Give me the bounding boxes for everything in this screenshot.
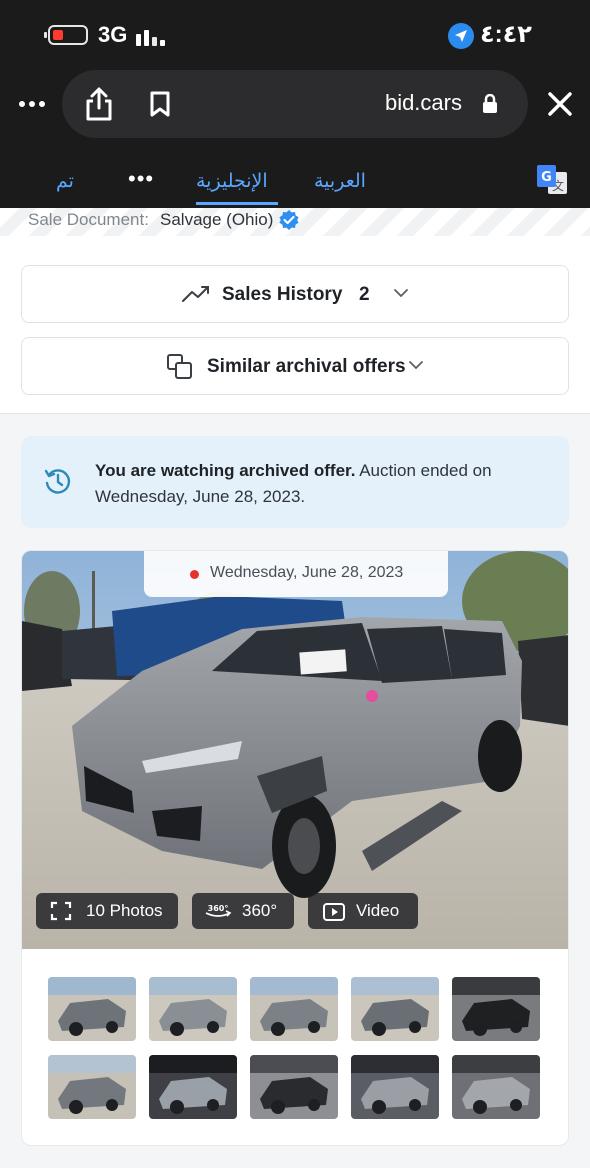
thumbnail-1[interactable] — [48, 977, 136, 1041]
thumbnail-3[interactable] — [250, 977, 338, 1041]
archive-notice-text: You are watching archived offer. Auction… — [95, 458, 515, 510]
translate-arabic-tab[interactable]: العربية — [314, 170, 366, 193]
more-dots-icon[interactable] — [16, 88, 46, 118]
similar-offers-button[interactable]: Similar archival offers — [21, 337, 569, 395]
selected-tab-indicator — [196, 202, 278, 205]
chevron-down-icon — [394, 289, 408, 298]
thumbnail-2[interactable] — [149, 977, 237, 1041]
browser-toolbar: bid.cars — [0, 68, 590, 140]
video-label: Video — [356, 901, 400, 920]
thumbnail-9[interactable] — [351, 1055, 439, 1119]
close-icon[interactable] — [544, 88, 576, 120]
google-translate-icon[interactable]: 文 G — [536, 164, 568, 196]
video-play-icon — [323, 903, 345, 921]
bookmark-icon[interactable] — [148, 90, 172, 118]
rotate-360-icon: 360° — [205, 904, 232, 917]
address-bar[interactable]: bid.cars — [62, 70, 528, 138]
signal-bars-icon — [136, 24, 168, 46]
translate-bar: تم ••• الإنجليزية العربية 文 G — [0, 140, 590, 208]
network-type: 3G — [98, 22, 128, 47]
video-button[interactable]: Video — [308, 893, 418, 929]
auction-date: Wednesday, June 28, 2023 — [210, 564, 404, 581]
chevron-down-icon — [409, 361, 423, 370]
photos-count-label: 10 Photos — [86, 901, 163, 920]
svg-text:G: G — [541, 170, 552, 185]
main-vehicle-photo[interactable]: Wednesday, June 28, 2023 10 Photos 360° … — [22, 551, 568, 949]
battery-low-icon — [44, 25, 88, 45]
thumbnail-7[interactable] — [149, 1055, 237, 1119]
lot-details-panel: Sales History 2 Similar archival offers — [0, 236, 590, 414]
sale-document-row: Sale Document: Salvage (Ohio) — [0, 208, 590, 236]
copy-icon — [167, 354, 192, 379]
thumbnail-4[interactable] — [351, 977, 439, 1041]
thumbnail-6[interactable] — [48, 1055, 136, 1119]
translate-english-tab[interactable]: الإنجليزية — [196, 170, 268, 193]
auction-date-chip: Wednesday, June 28, 2023 — [144, 551, 448, 597]
sales-history-button[interactable]: Sales History 2 — [21, 265, 569, 323]
translate-done-button[interactable]: تم — [56, 170, 74, 193]
sale-document-label: Sale Document: — [28, 210, 149, 229]
fullscreen-icon — [50, 901, 72, 921]
media-gallery: Wednesday, June 28, 2023 10 Photos 360° … — [21, 550, 569, 1146]
trend-up-icon — [182, 286, 209, 302]
thumbnail-8[interactable] — [250, 1055, 338, 1119]
translate-more-button[interactable]: ••• — [128, 166, 154, 192]
location-arrow-icon — [448, 23, 474, 49]
photos-button[interactable]: 10 Photos — [36, 893, 178, 929]
sales-history-count: 2 — [359, 284, 370, 305]
clock: ٤:٤٢ — [480, 21, 532, 48]
history-icon — [43, 466, 73, 496]
view-360-label: 360° — [242, 901, 278, 920]
url-text: bid.cars — [384, 90, 462, 115]
status-dot — [190, 570, 199, 579]
similar-offers-label: Similar archival offers — [207, 356, 406, 377]
thumbnail-10[interactable] — [452, 1055, 540, 1119]
view-360-button[interactable]: 360° 360° — [192, 893, 294, 929]
share-icon[interactable] — [84, 86, 114, 122]
verified-badge-icon — [278, 209, 300, 231]
rotate-360-badge: 360° — [208, 904, 229, 913]
thumbnail-5[interactable] — [452, 977, 540, 1041]
archive-notice: You are watching archived offer. Auction… — [21, 436, 569, 528]
sales-history-label: Sales History — [222, 284, 343, 305]
archive-notice-bold: You are watching archived offer. — [95, 461, 356, 480]
sale-document-value: Salvage (Ohio) — [160, 210, 274, 229]
status-bar: 3G ٤:٤٢ — [0, 0, 590, 68]
lock-icon — [482, 93, 498, 114]
